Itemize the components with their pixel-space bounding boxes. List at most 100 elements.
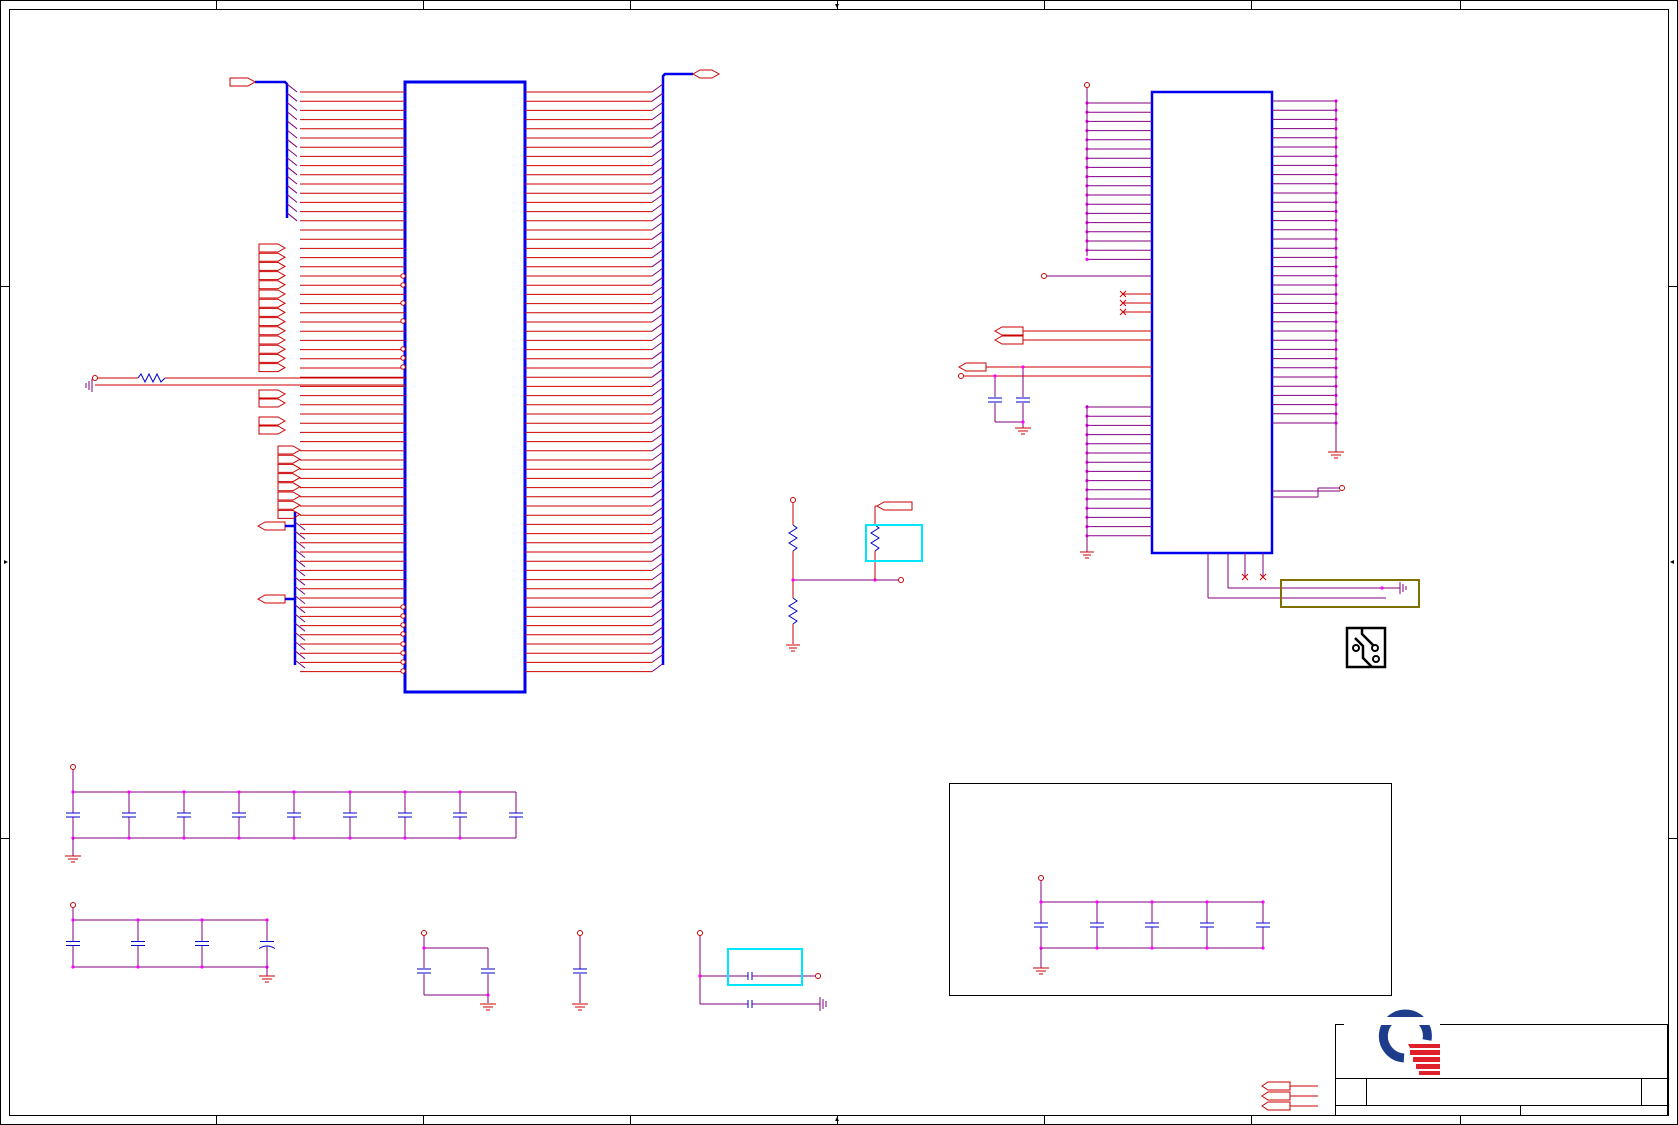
junction bbox=[292, 836, 296, 840]
test-point bbox=[400, 613, 406, 619]
junction bbox=[1150, 900, 1154, 904]
bus-entry bbox=[651, 460, 664, 470]
junction bbox=[1095, 900, 1099, 904]
off-page-connector-icon bbox=[258, 389, 287, 399]
junction bbox=[200, 918, 204, 922]
bus-entry bbox=[651, 515, 664, 525]
off-page-connector-icon bbox=[277, 500, 302, 510]
junction bbox=[127, 790, 131, 794]
bus-entry bbox=[651, 387, 664, 397]
resistor-pullup bbox=[92, 372, 405, 386]
junction bbox=[182, 790, 186, 794]
bus-entry bbox=[651, 377, 664, 387]
bus-entry bbox=[651, 193, 664, 203]
bus-entry bbox=[651, 405, 664, 415]
bus-entry bbox=[651, 598, 664, 608]
junction bbox=[1261, 946, 1265, 950]
bus-entry bbox=[651, 230, 664, 240]
off-page-connector-icon bbox=[258, 252, 287, 262]
test-point bbox=[400, 631, 406, 637]
junction bbox=[127, 836, 131, 840]
junction bbox=[200, 965, 204, 969]
bus-entry bbox=[651, 451, 664, 461]
bus-entry bbox=[651, 120, 664, 130]
bus-entry bbox=[651, 295, 664, 305]
junction bbox=[1261, 900, 1265, 904]
bus-entry bbox=[651, 221, 664, 231]
ic-right-body bbox=[1150, 90, 1274, 555]
bus-entry bbox=[651, 267, 664, 277]
bus-entry bbox=[651, 304, 664, 314]
bus-entry bbox=[651, 368, 664, 378]
schematic-sheet bbox=[0, 0, 1678, 1125]
bus-entry bbox=[294, 613, 306, 623]
test-point bbox=[400, 650, 406, 656]
bus-entry bbox=[651, 506, 664, 516]
bus-entry bbox=[294, 641, 306, 650]
bus-entry bbox=[651, 184, 664, 194]
test-point bbox=[400, 622, 406, 628]
no-connect-icon bbox=[1119, 290, 1267, 581]
junction bbox=[182, 836, 186, 840]
bus-entry bbox=[294, 586, 306, 595]
crystal-caps bbox=[988, 365, 1030, 428]
junction bbox=[458, 790, 462, 794]
bus-entry bbox=[651, 129, 664, 139]
junction bbox=[136, 965, 140, 969]
bus-entry bbox=[651, 552, 664, 562]
bus-entry bbox=[651, 617, 664, 627]
bus-entry bbox=[286, 129, 298, 139]
bus-entry bbox=[286, 138, 298, 148]
highlight-box-cyan-2 bbox=[727, 948, 803, 986]
bus-entry bbox=[651, 442, 664, 452]
junction bbox=[1085, 257, 1089, 261]
test-point bbox=[400, 273, 406, 279]
off-page-connector-icon bbox=[957, 326, 1152, 379]
junction bbox=[1150, 946, 1154, 950]
bus-entry bbox=[651, 580, 664, 590]
junction bbox=[403, 836, 407, 840]
off-page-connector-icon bbox=[258, 425, 287, 435]
junction bbox=[458, 836, 462, 840]
off-page-connector-icon bbox=[256, 594, 286, 604]
bus-entry bbox=[651, 663, 664, 673]
bus-entry bbox=[651, 166, 664, 176]
decoupling-caps-row-1 bbox=[65, 764, 523, 863]
sheet-frame bbox=[0, 0, 1678, 1125]
junction bbox=[1039, 900, 1043, 904]
junction bbox=[136, 918, 140, 922]
off-page-connector-icon bbox=[256, 521, 286, 531]
off-page-connector-icon bbox=[277, 491, 302, 501]
bus-entry bbox=[651, 239, 664, 249]
off-page-connectors-left bbox=[229, 69, 721, 604]
cap-single-b bbox=[572, 930, 588, 1011]
off-page-connector-icon bbox=[258, 307, 287, 317]
junction bbox=[1205, 946, 1209, 950]
bus-entry bbox=[651, 396, 664, 406]
off-page-connector-icon bbox=[277, 509, 302, 519]
bus-entry bbox=[294, 595, 306, 604]
off-page-connector-icon bbox=[258, 317, 287, 327]
bus-entry bbox=[286, 92, 298, 102]
test-point bbox=[400, 364, 406, 370]
junction bbox=[237, 836, 241, 840]
test-point bbox=[400, 355, 406, 361]
bus-entry bbox=[651, 488, 664, 498]
bus-entry bbox=[286, 175, 298, 185]
bus-entry bbox=[651, 147, 664, 157]
bus-entry bbox=[651, 212, 664, 222]
bus-entry bbox=[294, 659, 306, 669]
bus-entry bbox=[651, 175, 664, 185]
bus-entry bbox=[294, 650, 306, 660]
junction bbox=[403, 790, 407, 794]
ground-icon bbox=[1380, 582, 1407, 594]
junction bbox=[265, 918, 269, 922]
bus-entry bbox=[651, 571, 664, 581]
cap-pair-c bbox=[697, 930, 827, 1011]
connector-left-pins-east bbox=[525, 91, 652, 673]
ic-right-pins-west bbox=[1085, 101, 1152, 538]
bus-entry bbox=[286, 83, 298, 93]
bus-entry bbox=[651, 653, 664, 663]
bus-entry bbox=[651, 589, 664, 599]
bus-entry bbox=[651, 423, 664, 433]
